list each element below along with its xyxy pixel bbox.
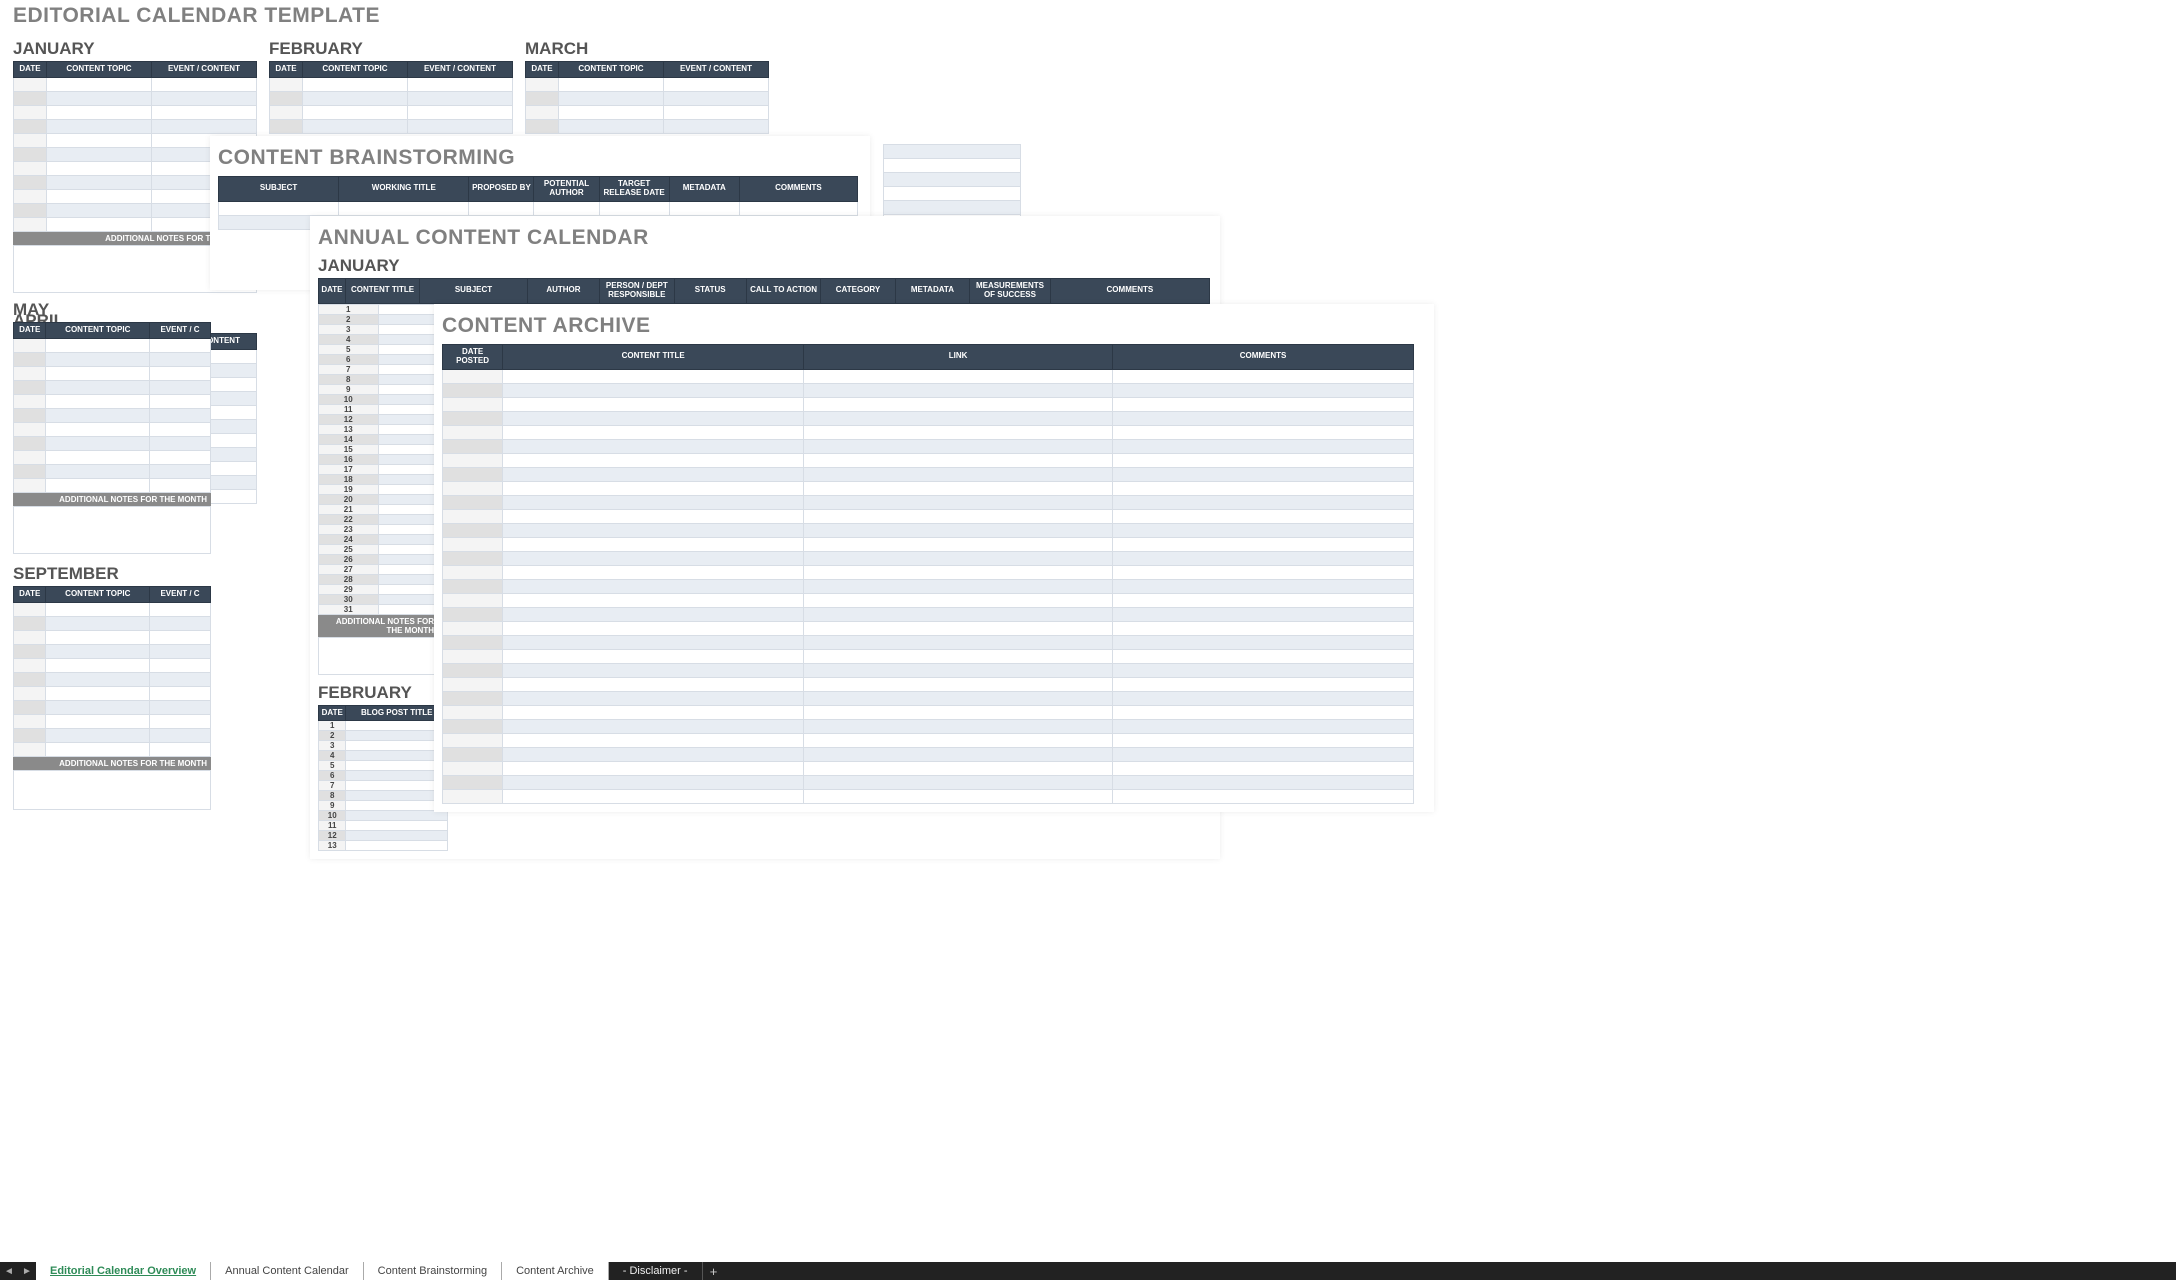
col-content-title: CONTENT TITLE	[345, 279, 419, 304]
annual-title: ANNUAL CONTENT CALENDAR	[318, 226, 1212, 250]
col-topic: CONTENT TOPIC	[46, 62, 151, 78]
col-event: EVENT / CONTENT	[151, 62, 256, 78]
col-person-dept: PERSON / DEPT RESPONSIBLE	[600, 279, 674, 304]
notes-bar: ADDITIONAL NOTES FOR THE MONTH	[318, 615, 438, 637]
col-content-title: CONTENT TITLE	[503, 345, 804, 370]
content-archive-panel: CONTENT ARCHIVE DATE POSTED CONTENT TITL…	[434, 304, 1434, 812]
notes-bar: ADDITIONAL NOTES FOR THE MONTH	[13, 493, 211, 506]
tab-editorial-overview[interactable]: Editorial Calendar Overview	[36, 1262, 211, 1280]
col-potential-author: POTENTIAL AUTHOR	[534, 177, 599, 202]
col-subject: SUBJECT	[420, 279, 527, 304]
month-block-september: SEPTEMBER DATECONTENT TOPICEVENT / C ADD…	[13, 558, 257, 810]
col-comments: COMMENTS	[739, 177, 857, 202]
month-block-may: MAY DATECONTENT TOPICEVENT / C ADDITIONA…	[13, 294, 257, 554]
col-date: DATE	[14, 62, 47, 78]
col-cta: CALL TO ACTION	[746, 279, 820, 304]
col-comments: COMMENTS	[1050, 279, 1209, 304]
tab-disclaimer[interactable]: - Disclaimer -	[609, 1262, 703, 1280]
tab-brainstorming[interactable]: Content Brainstorming	[364, 1262, 502, 1280]
brainstorm-title: CONTENT BRAINSTORMING	[218, 146, 862, 170]
col-comments: COMMENTS	[1113, 345, 1414, 370]
month-table[interactable]: DATECONTENT TOPICEVENT / CONTENT	[525, 61, 769, 134]
col-category: CATEGORY	[821, 279, 895, 304]
col-link: LINK	[804, 345, 1113, 370]
annual-table-february[interactable]: DATE BLOG POST TITLE 12345678910111213	[318, 705, 448, 852]
month-table[interactable]: DATECONTENT TOPICEVENT / C	[13, 586, 211, 757]
annual-table-january[interactable]: DATE CONTENT TITLE SUBJECT AUTHOR PERSON…	[318, 278, 1210, 304]
col-working-title: WORKING TITLE	[339, 177, 469, 202]
notes-area[interactable]	[13, 506, 211, 554]
col-status: STATUS	[674, 279, 746, 304]
col-metadata: METADATA	[895, 279, 969, 304]
month-label: JANUARY	[13, 39, 257, 59]
notes-area[interactable]	[318, 637, 438, 675]
col-proposed-by: PROPOSED BY	[469, 177, 534, 202]
archive-table[interactable]: DATE POSTED CONTENT TITLE LINK COMMENTS	[442, 344, 1414, 804]
col-subject: SUBJECT	[219, 177, 339, 202]
notes-bar: ADDITIONAL NOTES FOR THE MONTH	[13, 757, 211, 770]
add-sheet-icon[interactable]: +	[703, 1262, 725, 1280]
sheet-tab-bar: ◄ ► Editorial Calendar Overview Annual C…	[0, 1262, 2176, 1280]
col-blog-post-title: BLOG POST TITLE	[346, 705, 448, 721]
tab-annual-calendar[interactable]: Annual Content Calendar	[211, 1262, 364, 1280]
month-label: MARCH	[525, 39, 769, 59]
tab-content-archive[interactable]: Content Archive	[502, 1262, 609, 1280]
annual-days-strip[interactable]: 1234567891011121314151617181920212223242…	[318, 304, 438, 615]
month-label: SEPTEMBER	[13, 564, 257, 584]
month-label: FEBRUARY	[269, 39, 513, 59]
notes-area[interactable]	[13, 770, 211, 810]
month-table[interactable]: DATECONTENT TOPICEVENT / C	[13, 322, 211, 493]
col-metadata: METADATA	[669, 177, 739, 202]
tab-scroll-right-icon[interactable]: ►	[18, 1262, 36, 1280]
col-date: DATE	[319, 279, 346, 304]
col-date-posted: DATE POSTED	[443, 345, 503, 370]
archive-title: CONTENT ARCHIVE	[442, 314, 1426, 338]
annual-month-january: JANUARY	[318, 256, 1212, 276]
col-date: DATE	[319, 705, 346, 721]
month-label: MAY	[13, 300, 257, 320]
editorial-title: EDITORIAL CALENDAR TEMPLATE	[13, 4, 1023, 28]
month-table[interactable]: DATECONTENT TOPICEVENT / CONTENT	[269, 61, 513, 134]
tab-scroll-left-icon[interactable]: ◄	[0, 1262, 18, 1280]
col-success: MEASUREMENTS OF SUCCESS	[970, 279, 1051, 304]
col-author: AUTHOR	[527, 279, 599, 304]
col-target-release: TARGET RELEASE DATE	[599, 177, 669, 202]
